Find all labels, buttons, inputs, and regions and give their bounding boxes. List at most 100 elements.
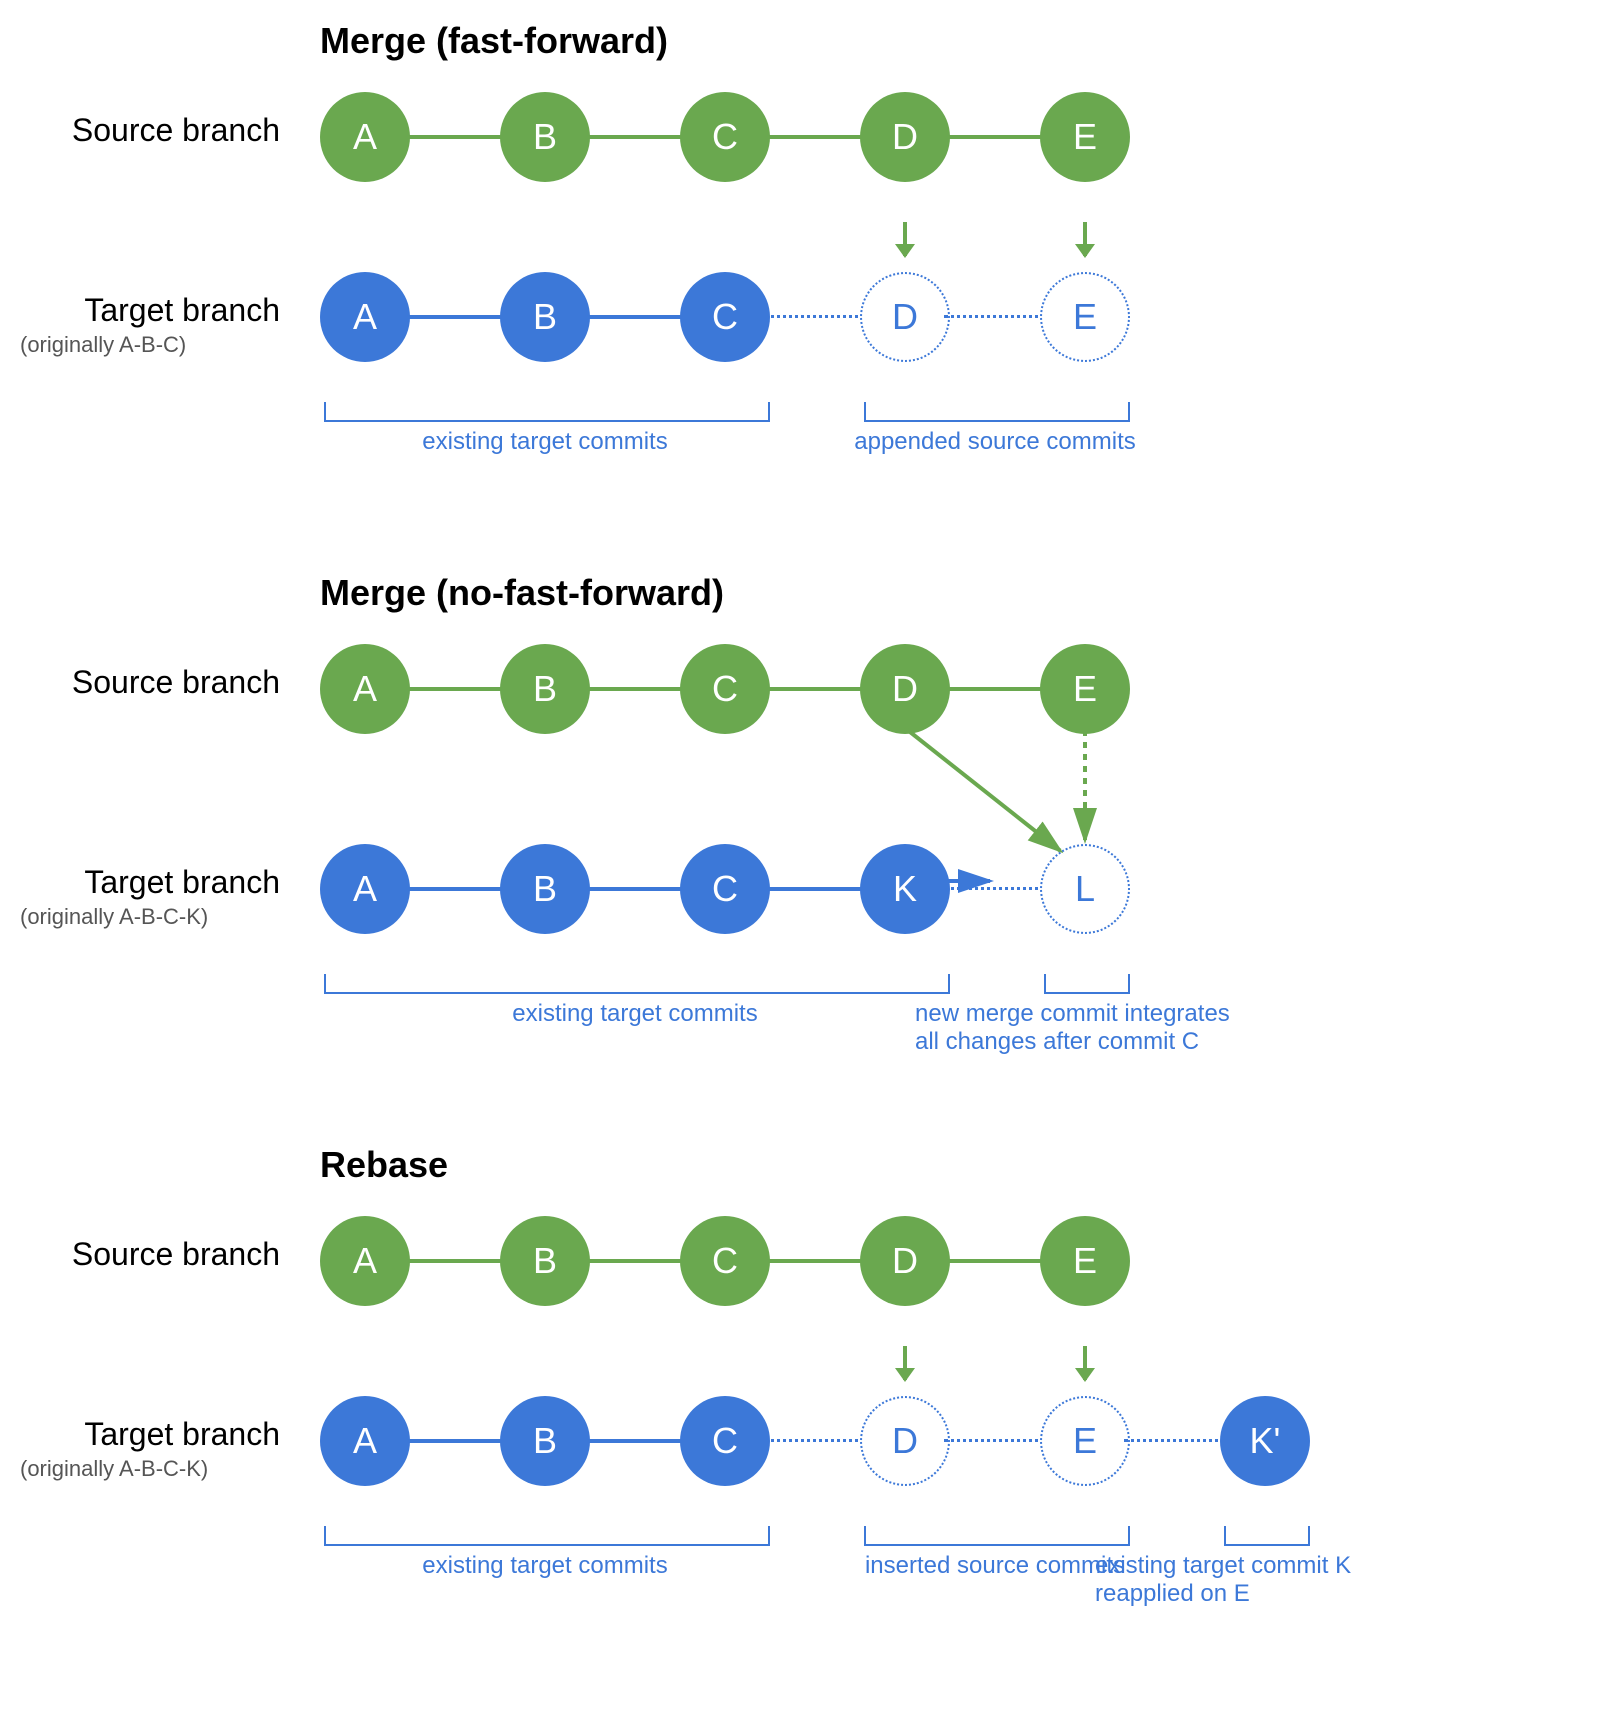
source-commit: E [1040,644,1130,734]
target-commit-new: D [860,1396,950,1486]
target-commit: A [320,844,410,934]
bracket-label: appended source commits [844,428,1146,456]
target-connector [584,887,686,891]
target-commit: A [320,272,410,362]
target-commit: K [860,844,950,934]
target-label: Target branch [20,864,280,901]
source-row: Source branch ABCDE [20,1206,1587,1316]
source-connector [404,1259,506,1263]
source-commit: E [1040,1216,1130,1306]
bracket-label: existing target commit K reapplied on E [1095,1552,1435,1608]
section-noff: Merge (no-fast-forward)Source branchABCD… [20,572,1587,1084]
target-connector [404,315,506,319]
bracket-label: existing target commits [304,1000,966,1028]
target-connector [764,315,866,318]
target-commit: B [500,272,590,362]
source-label: Source branch [20,664,280,701]
source-connector [944,135,1046,139]
bracket [324,402,770,422]
source-connector [404,135,506,139]
source-connector [944,1259,1046,1263]
source-connector [584,135,686,139]
bracket [864,1526,1130,1546]
target-commit: C [680,272,770,362]
source-label: Source branch [20,112,280,149]
section-title: Rebase [320,1144,1587,1186]
target-row: Target branch (originally A-B-C-K) ABCDE K' [20,1386,1587,1496]
target-row: Target branch (originally A-B-C-K) ABCKL [20,834,1587,944]
source-connector [584,1259,686,1263]
target-row: Target branch (originally A-B-C) ABCDE [20,262,1587,372]
bracket [1044,974,1130,994]
source-commit: C [680,644,770,734]
target-commit-new: L [1040,844,1130,934]
section-rebase: Rebase Source branch ABCDE Target branch (or… [20,1144,1587,1636]
bracket [864,402,1130,422]
bracket [324,1526,770,1546]
target-connector [944,315,1046,318]
row-gap [20,222,1587,262]
target-label: Target branch [20,292,280,329]
source-connector [404,687,506,691]
target-commit: K' [1220,1396,1310,1486]
source-commit: A [320,92,410,182]
target-connector [1124,1439,1226,1442]
source-commit: B [500,92,590,182]
target-commit: C [680,844,770,934]
row-gap [20,1346,1587,1386]
bracket-row: existing target commitsinserted source c… [20,1526,1587,1636]
bracket-label: existing target commits [304,1552,786,1580]
target-connector [584,1439,686,1443]
bracket-row: existing target commits appended source c… [20,402,1587,512]
target-connector [944,1439,1046,1442]
target-connector [404,1439,506,1443]
target-connector [764,887,866,891]
source-label: Source branch [20,1236,280,1273]
target-connector [584,315,686,319]
target-commit: C [680,1396,770,1486]
target-commit: A [320,1396,410,1486]
target-commit-new: E [1040,1396,1130,1486]
rebase-arrow-down [1083,1346,1087,1380]
bracket-row: existing target commitsnew merge commit … [20,974,1587,1084]
row-gap [20,774,1587,834]
section-ff: Merge (fast-forward)Source branchABCDETa… [20,20,1587,512]
bracket [324,974,950,994]
source-commit: D [860,644,950,734]
target-commit-new: D [860,272,950,362]
source-commit: A [320,1216,410,1306]
source-commit: A [320,644,410,734]
source-connector [944,687,1046,691]
target-sublabel: (originally A-B-C-K) [20,1456,280,1482]
target-sublabel: (originally A-B-C) [20,332,280,358]
section-title: Merge (fast-forward) [320,20,1587,62]
rebase-arrow-down [903,1346,907,1380]
source-connector [764,687,866,691]
source-commit: C [680,1216,770,1306]
target-commit: B [500,844,590,934]
source-connector [764,1259,866,1263]
source-connector [584,687,686,691]
bracket-label: new merge commit integrates all changes … [915,1000,1255,1056]
bracket [1224,1526,1310,1546]
bracket-label: existing target commits [304,428,786,456]
target-connector [944,887,1046,890]
target-label: Target branch [20,1416,280,1453]
target-connector [404,887,506,891]
source-commit: B [500,1216,590,1306]
source-commit: B [500,644,590,734]
target-commit-new: E [1040,272,1130,362]
source-commit: D [860,1216,950,1306]
source-row: Source branch ABCDE [20,634,1587,744]
merge-arrow-down [1083,222,1087,256]
section-title: Merge (no-fast-forward) [320,572,1587,614]
source-row: Source branch ABCDE [20,82,1587,192]
source-commit: D [860,92,950,182]
target-commit: B [500,1396,590,1486]
source-commit: C [680,92,770,182]
target-sublabel: (originally A-B-C-K) [20,904,280,930]
source-commit: E [1040,92,1130,182]
source-connector [764,135,866,139]
target-connector [764,1439,866,1442]
merge-arrow-down [903,222,907,256]
